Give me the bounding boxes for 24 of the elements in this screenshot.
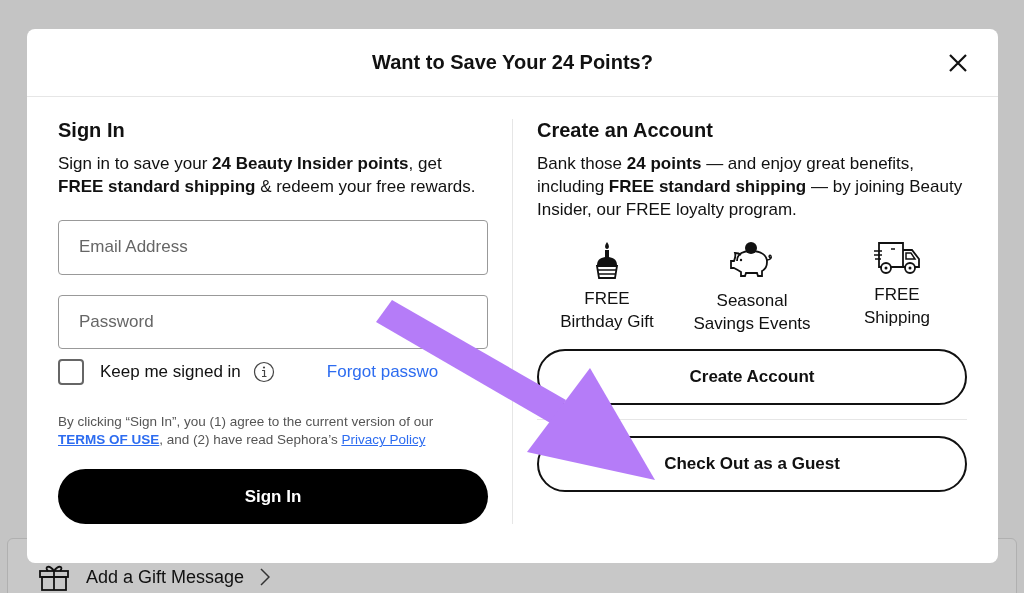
sign-in-button[interactable]: Sign In [58, 469, 488, 524]
create-account-button[interactable]: Create Account [537, 349, 967, 405]
benefit-label: FREE Shipping [863, 284, 931, 329]
gift-icon [38, 563, 70, 591]
sign-in-heading: Sign In [58, 119, 126, 142]
benefit-label: Seasonal Savings Events [693, 290, 811, 335]
sign-in-description: Sign in to save your 24 Beauty Insider points, get FREE standard shipping & redeem your free rewards. [58, 153, 477, 198]
checkbox[interactable] [58, 359, 84, 386]
gift-message-link[interactable]: Add a Gift Message [86, 566, 245, 588]
legal-text: By clicking “Sign In”, you (1) agree to the current version of our TERMS OF USE, and (2) have read Sephora’s Privacy Policy [58, 413, 435, 450]
benefit-label: FREE Birthday Gift [560, 288, 654, 333]
create-account-heading: Create an Account [537, 119, 714, 142]
privacy-policy-link[interactable]: Privacy Policy [341, 432, 426, 448]
cupcake-icon [594, 241, 620, 279]
truck-icon [873, 241, 921, 275]
chevron-right-icon [260, 568, 271, 586]
info-icon[interactable] [252, 361, 275, 384]
close-icon[interactable] [948, 53, 968, 73]
input-field[interactable]: Password [58, 294, 488, 350]
keep-signed-in-label: Keep me signed in [100, 362, 241, 383]
modal-title: Want to Save Your 24 Points? [372, 51, 653, 74]
input-field[interactable]: Email Address [58, 220, 488, 275]
forgot-password-link[interactable]: Forgot passwo [326, 362, 439, 383]
create-account-description: Bank those 24 points — and enjoy great benefits, including FREE standard shipping — by joining Beauty Insider, our FREE loyalty program. [537, 153, 964, 221]
